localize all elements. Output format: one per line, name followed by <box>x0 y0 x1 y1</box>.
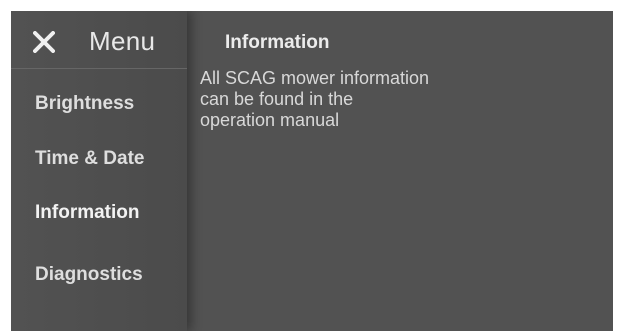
menu-item-time-date[interactable]: Time & Date <box>35 148 144 170</box>
menu-title: Menu <box>89 26 156 56</box>
content-body: All SCAG mower information can be found … <box>200 68 530 131</box>
content-text-line: operation manual <box>200 110 340 130</box>
content-panel: Information All SCAG mower information c… <box>187 11 613 331</box>
menu-item-brightness[interactable]: Brightness <box>35 93 134 115</box>
menu-header: Menu <box>11 11 187 69</box>
menu-sidebar: Menu Brightness Time & Date Information … <box>11 11 187 331</box>
content-text-line: can be found in the <box>200 89 354 109</box>
menu-item-information[interactable]: Information <box>35 202 140 224</box>
close-icon[interactable] <box>33 31 55 53</box>
content-text-line: All SCAG mower information <box>200 68 430 88</box>
content-title: Information <box>225 32 330 53</box>
display-screen: Information All SCAG mower information c… <box>11 11 613 331</box>
menu-item-diagnostics[interactable]: Diagnostics <box>35 264 143 286</box>
